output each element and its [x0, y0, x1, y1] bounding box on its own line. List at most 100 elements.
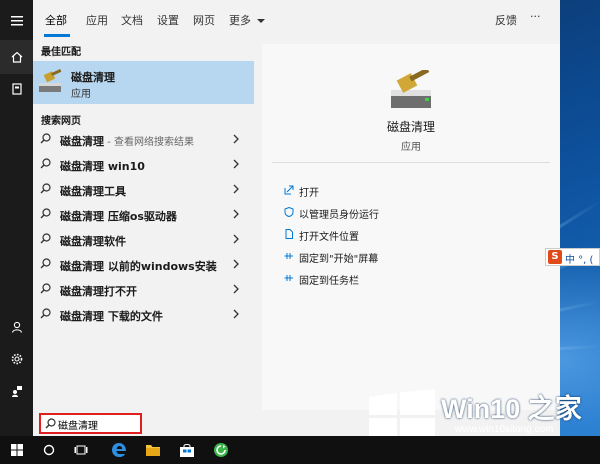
hamburger-menu-button[interactable] — [0, 4, 33, 38]
web-suggestion-item[interactable]: 磁盘清理 win10 — [33, 152, 254, 177]
taskbar-app-button[interactable] — [206, 436, 236, 464]
chevron-right-icon — [233, 134, 239, 144]
home-icon — [11, 51, 22, 63]
divider — [272, 162, 550, 163]
best-match-title: 磁盘清理 — [71, 71, 115, 84]
search-tabs: 全部 应用 文档 设置 网页 更多 反馈 ··· — [33, 0, 560, 40]
user-icon — [11, 321, 22, 333]
search-icon — [40, 308, 51, 319]
documents-button[interactable] — [0, 72, 33, 106]
chevron-right-icon — [233, 259, 239, 269]
cortana-circle-icon — [43, 444, 55, 456]
tab-apps[interactable]: 应用 — [86, 12, 108, 28]
suggestion-text: 磁盘清理 下载的文件 — [60, 310, 163, 323]
edge-browser-icon — [112, 443, 126, 457]
tab-web[interactable]: 网页 — [193, 12, 215, 28]
tab-documents[interactable]: 文档 — [121, 12, 143, 28]
folder-icon — [146, 445, 160, 456]
start-button[interactable] — [2, 436, 32, 464]
search-input-box[interactable] — [39, 413, 142, 434]
preview-app-kind: 应用 — [401, 142, 421, 153]
home-button[interactable] — [0, 40, 33, 74]
search-icon — [40, 258, 51, 269]
web-suggestion-item[interactable]: 磁盘清理 以前的windows安装 — [33, 252, 254, 277]
action-label: 打开 — [299, 188, 319, 199]
chevron-right-icon — [233, 159, 239, 169]
suggestion-text: 磁盘清理工具 — [60, 185, 126, 198]
best-match-item[interactable]: 磁盘清理 应用 — [33, 61, 254, 104]
pin-icon — [284, 275, 293, 281]
ime-logo: S — [548, 250, 562, 264]
tab-more[interactable]: 更多 — [229, 12, 265, 28]
chevron-right-icon — [233, 309, 239, 319]
more-options-button[interactable]: ··· — [530, 10, 541, 23]
taskbar-explorer-button[interactable] — [138, 436, 168, 464]
disk-cleanup-icon — [39, 69, 62, 92]
cortana-button[interactable] — [34, 436, 64, 464]
web-suggestion-item[interactable]: 磁盘清理 压缩os驱动器 — [33, 202, 254, 227]
suggestion-text: 磁盘清理打不开 — [60, 285, 137, 298]
tab-settings[interactable]: 设置 — [157, 12, 179, 28]
taskbar — [0, 436, 600, 464]
action-label: 固定到任务栏 — [299, 276, 359, 287]
preview-app-name: 磁盘清理 — [386, 120, 435, 134]
search-icon — [40, 158, 51, 169]
best-match-subtitle: 应用 — [71, 89, 91, 100]
store-bag-icon — [180, 443, 194, 457]
gear-icon — [11, 353, 22, 365]
search-icon — [45, 418, 56, 429]
feedback-hub-button[interactable] — [0, 374, 33, 408]
shield-icon — [284, 207, 294, 217]
settings-button[interactable] — [0, 342, 33, 376]
disk-cleanup-icon — [391, 70, 431, 108]
document-icon — [11, 83, 22, 95]
search-input[interactable] — [58, 416, 138, 432]
watermark-brand: Win10 之家 — [441, 394, 582, 424]
suggestion-text: 磁盘清理 压缩os驱动器 — [60, 210, 177, 223]
taskbar-edge-button[interactable] — [104, 436, 134, 464]
task-view-icon — [74, 445, 88, 455]
account-button[interactable] — [0, 310, 33, 344]
web-suggestion-item[interactable]: 磁盘清理工具 — [33, 177, 254, 202]
suggestion-extra: - 查看网络搜索结果 — [104, 137, 194, 148]
web-suggestion-item[interactable]: 磁盘清理打不开 — [33, 277, 254, 302]
best-match-heading: 最佳匹配 — [41, 47, 81, 58]
pin-icon — [284, 253, 293, 259]
task-view-button[interactable] — [66, 436, 96, 464]
web-search-heading: 搜索网页 — [41, 116, 81, 127]
taskbar-store-button[interactable] — [172, 436, 202, 464]
windows-start-icon — [11, 444, 23, 456]
search-icon — [40, 133, 51, 144]
action-label: 固定到"开始"屏幕 — [299, 254, 379, 265]
suggestion-text: 磁盘清理软件 — [60, 235, 126, 248]
search-panel: 全部 应用 文档 设置 网页 更多 反馈 ··· 最佳匹配 磁盘清理 应用 搜索… — [33, 0, 560, 410]
chevron-down-icon — [256, 19, 265, 23]
chevron-right-icon — [233, 184, 239, 194]
green-app-icon — [214, 443, 228, 457]
suggestion-text: 磁盘清理 — [60, 135, 104, 148]
hamburger-icon — [10, 16, 23, 26]
tab-more-label: 更多 — [229, 14, 251, 27]
file-icon — [285, 229, 293, 239]
search-icon — [40, 283, 51, 294]
feedback-button[interactable]: 反馈 — [495, 12, 517, 28]
watermark-url: www.win10xitong.com — [455, 424, 554, 435]
ime-status-text: 中 °, ( — [565, 255, 594, 266]
search-icon — [40, 183, 51, 194]
open-icon — [284, 185, 294, 195]
chevron-right-icon — [233, 209, 239, 219]
ime-toolbar[interactable]: S 中 °, ( — [545, 248, 600, 266]
active-tab-indicator — [44, 34, 70, 37]
start-rail — [0, 0, 33, 436]
results-list: 最佳匹配 磁盘清理 应用 搜索网页 磁盘清理 - 查看网络搜索结果 磁盘清理 w… — [33, 40, 254, 410]
feedback-person-icon — [11, 386, 22, 397]
action-label: 打开文件位置 — [299, 232, 359, 243]
web-suggestion-item[interactable]: 磁盘清理 下载的文件 — [33, 302, 254, 327]
preview-pane: 磁盘清理 应用 打开 以管理员身份运行 打开文件位置 固定到"开始"屏幕 固定到… — [262, 44, 560, 410]
web-suggestion-item[interactable]: 磁盘清理 - 查看网络搜索结果 — [33, 127, 254, 152]
suggestion-text: 磁盘清理 以前的windows安装 — [60, 260, 217, 273]
action-label: 以管理员身份运行 — [299, 210, 379, 221]
web-suggestion-item[interactable]: 磁盘清理软件 — [33, 227, 254, 252]
chevron-right-icon — [233, 284, 239, 294]
tab-all[interactable]: 全部 — [45, 12, 67, 28]
